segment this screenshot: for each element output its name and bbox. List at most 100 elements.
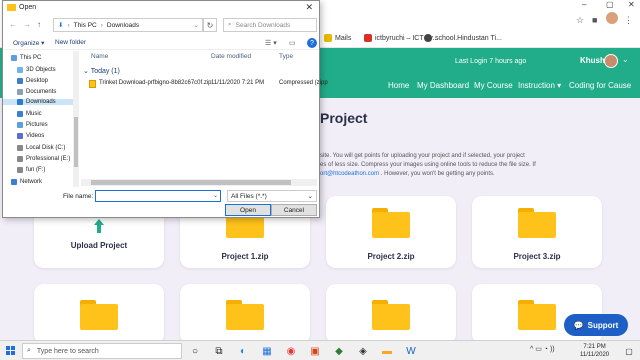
support-button[interactable]: 💬 Support — [564, 314, 628, 336]
word-icon[interactable]: W — [404, 344, 418, 358]
notification-icon[interactable]: ▢ — [622, 344, 636, 358]
profile-avatar[interactable] — [606, 12, 618, 24]
computer-icon — [11, 55, 17, 61]
clock[interactable]: 7:21 PM 11/11/2020 — [580, 343, 609, 359]
address-row: ← → ↑ ⬇ › This PC › Downloads ⌄ ↻ ⌕ Sear… — [3, 16, 319, 34]
file-row[interactable]: Trinket Download-prfbigno-8b82c67c0f.zip… — [81, 77, 328, 89]
page-description: site. You will get points for uploading … — [320, 153, 536, 177]
nav-this-pc[interactable]: This PC — [11, 55, 41, 61]
nav-network[interactable]: Network — [11, 179, 42, 185]
disk-icon — [17, 156, 23, 162]
cancel-button[interactable]: Cancel — [271, 204, 317, 216]
column-name[interactable]: Name — [91, 53, 108, 60]
nav-documents[interactable]: Documents — [17, 89, 56, 95]
star-icon[interactable]: ☆ — [576, 15, 584, 26]
powerpoint-icon[interactable]: ▣ — [308, 344, 322, 358]
download-icon — [17, 99, 23, 105]
app-icon[interactable]: ◆ — [332, 344, 346, 358]
nav-fun-f[interactable]: fun (F:) — [17, 167, 45, 173]
edge-icon[interactable]: ◐ — [236, 344, 250, 358]
nav-pictures[interactable]: Pictures — [17, 122, 48, 128]
chrome-icon[interactable]: ◉ — [284, 344, 298, 358]
nav-my-dashboard[interactable]: My Dashboard — [417, 81, 469, 90]
file-name-input[interactable] — [95, 190, 221, 202]
project-card[interactable] — [34, 284, 164, 344]
breadcrumb-downloads[interactable]: Downloads — [107, 22, 139, 29]
video-icon — [17, 133, 23, 139]
file-list: Name Date modified Type ⌄ Today (1) Trin… — [81, 51, 328, 179]
nav-desktop[interactable]: Desktop — [17, 78, 48, 84]
card-label: Project 1.zip — [221, 252, 269, 261]
preview-pane-icon[interactable]: ▭ — [289, 39, 296, 47]
file-explorer-icon[interactable]: ▬ — [380, 344, 394, 358]
nav-local-disk-c[interactable]: Local Disk (C:) — [17, 145, 65, 151]
windows-start-icon[interactable] — [6, 346, 16, 356]
project-card[interactable]: Project 2.zip — [326, 196, 456, 268]
bookmark-icon — [324, 34, 332, 42]
dialog-title: Open — [19, 4, 37, 11]
address-bar[interactable]: ⬇ › This PC › Downloads ⌄ — [53, 18, 203, 32]
chevron-down-icon[interactable]: ⌄ — [622, 55, 629, 64]
nav-videos[interactable]: Videos — [17, 133, 44, 139]
project-card[interactable] — [326, 284, 456, 344]
up-icon[interactable]: ↑ — [37, 20, 41, 29]
store-icon[interactable]: ▦ — [260, 344, 274, 358]
system-tray[interactable]: ^ ▭ ◔ )) — [530, 345, 555, 353]
bookmark-mails[interactable]: Mails — [324, 34, 351, 42]
app-icon[interactable]: ◈ — [356, 344, 370, 358]
refresh-button[interactable]: ↻ — [203, 18, 217, 32]
view-options-icon[interactable]: ☰ ▾ — [265, 39, 277, 47]
chevron-down-icon: ⌄ — [307, 193, 313, 200]
forward-icon[interactable]: → — [23, 20, 31, 29]
file-type-select[interactable]: All Files (*.*) ⌄ — [227, 190, 317, 202]
folder-icon — [518, 208, 556, 238]
network-icon — [11, 179, 17, 185]
chat-icon: 💬 — [573, 320, 584, 330]
close-icon[interactable]: ✕ — [305, 2, 313, 13]
file-name-label: File name: — [63, 193, 94, 200]
search-icon: ⌕ — [228, 21, 232, 28]
task-view-icon[interactable]: ⧉ — [212, 344, 226, 358]
column-type[interactable]: Type — [279, 53, 293, 60]
minimize-icon[interactable]: – — [582, 0, 586, 9]
back-icon[interactable]: ← — [9, 20, 17, 29]
organize-button[interactable]: Organize ▾ — [13, 39, 44, 47]
project-card[interactable] — [180, 284, 310, 344]
nav-instruction[interactable]: Instruction ▾ — [518, 81, 561, 90]
column-date-modified[interactable]: Date modified — [211, 53, 251, 60]
user-avatar[interactable] — [604, 54, 618, 68]
nav-coding-for-cause[interactable]: Coding for Cause — [569, 81, 631, 90]
extension-icon[interactable]: ■ — [592, 15, 597, 25]
maximize-icon[interactable]: ▢ — [606, 0, 614, 9]
card-label: Upload Project — [70, 241, 128, 250]
close-window-icon[interactable]: ✕ — [628, 0, 635, 9]
new-folder-button[interactable]: New folder — [55, 39, 86, 46]
nav-pane-scrollbar[interactable] — [73, 51, 79, 187]
bookmark-school[interactable]: school.Hindustan Ti... — [424, 34, 502, 42]
dialog-toolbar: Organize ▾ New folder ☰ ▾ ▭ ? — [3, 36, 319, 50]
nav-downloads[interactable]: Downloads — [3, 99, 74, 105]
chevron-down-icon[interactable]: ⌄ — [213, 192, 218, 199]
project-card[interactable]: Project 3.zip — [472, 196, 602, 268]
nav-professional-e[interactable]: Professional (E:) — [17, 156, 70, 162]
open-button[interactable]: Open — [225, 204, 271, 216]
open-file-dialog: Open ✕ ← → ↑ ⬇ › This PC › Downloads ⌄ ↻… — [2, 0, 328, 218]
support-email-link[interactable]: ort@htcodeathon.com — [320, 171, 379, 177]
taskbar: ⌕ Type here to search ○ ⧉ ◐ ▦ ◉ ▣ ◆ ◈ ▬ … — [0, 340, 640, 360]
group-header-today[interactable]: ⌄ Today (1) — [83, 67, 120, 75]
nav-home[interactable]: Home — [388, 81, 409, 90]
nav-music[interactable]: Music — [17, 111, 42, 117]
file-list-scrollbar[interactable] — [81, 179, 317, 186]
nav-my-course[interactable]: My Course — [474, 81, 513, 90]
bookmark-icon — [364, 34, 372, 42]
more-menu-icon[interactable]: ⋮ — [624, 15, 633, 26]
help-icon[interactable]: ? — [307, 38, 317, 48]
dialog-search-input[interactable]: ⌕ Search Downloads — [223, 18, 317, 32]
breadcrumb-this-pc[interactable]: This PC — [74, 22, 97, 29]
cortana-icon[interactable]: ○ — [188, 344, 202, 358]
folder-icon — [7, 4, 16, 11]
folder-icon — [226, 300, 264, 330]
card-label: Project 2.zip — [367, 252, 415, 261]
taskbar-search-input[interactable]: ⌕ Type here to search — [22, 343, 182, 359]
nav-3d-objects[interactable]: 3D Objects — [17, 67, 56, 73]
